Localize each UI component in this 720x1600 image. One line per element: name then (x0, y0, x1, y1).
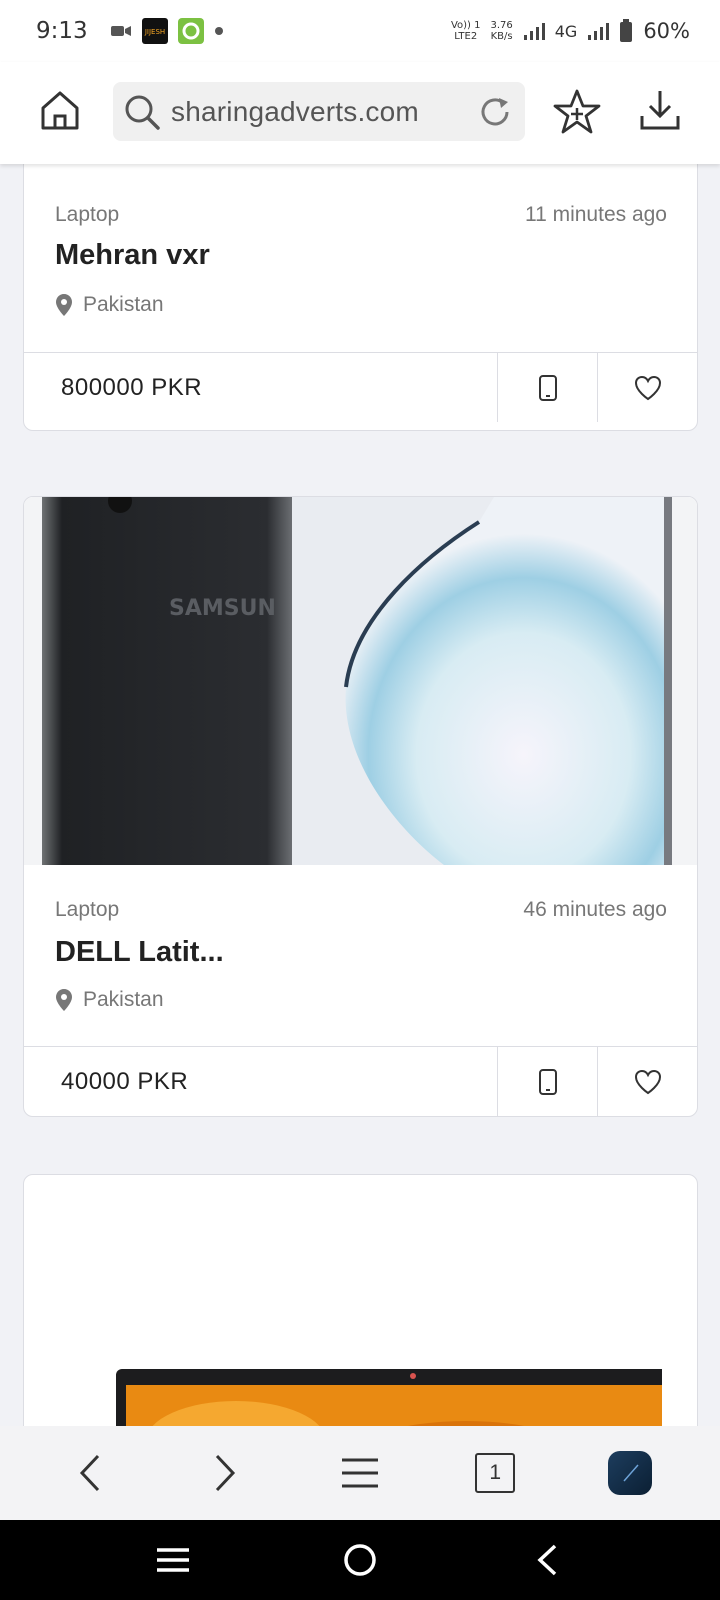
heart-icon (634, 375, 661, 400)
location-pin-icon (56, 989, 72, 1011)
home-circle-icon (344, 1544, 376, 1576)
signal-2-icon (588, 23, 610, 40)
back-button[interactable] (60, 1443, 120, 1503)
location-text: Pakistan (83, 988, 164, 1011)
listing-photo[interactable] (46, 1201, 676, 1426)
listing-price-bar: 40000 PKR (24, 1046, 697, 1116)
notification-icons: JIJESH (110, 18, 224, 44)
speed-value: 3.76 (490, 20, 513, 31)
forward-icon (215, 1454, 235, 1492)
volte-top-text: Vo)) 1 (450, 20, 481, 31)
location-pin-icon (56, 294, 72, 316)
system-back-icon (537, 1544, 556, 1576)
listing-title[interactable]: Mehran vxr (55, 239, 210, 272)
forward-button[interactable] (195, 1443, 255, 1503)
listing-card[interactable]: Laptop 11 minutes ago Mehran vxr Pakista… (23, 164, 698, 431)
laptop-image (46, 1201, 676, 1426)
listing-price-bar: 800000 PKR (24, 352, 697, 422)
battery-percent: 60% (643, 19, 690, 43)
system-navigation-bar (0, 1520, 720, 1600)
call-button[interactable] (497, 1047, 597, 1116)
app-notification-icon: JIJESH (141, 18, 168, 44)
url-text: sharingadverts.com (171, 95, 419, 127)
listing-category: Laptop (55, 898, 120, 921)
battery-icon (620, 19, 633, 42)
listing-photo[interactable]: SAMSUN (24, 497, 697, 865)
system-home-button[interactable] (330, 1530, 390, 1590)
data-speed: 3.76 KB/s (490, 20, 512, 42)
samsung-logo-text: SAMSUN (169, 596, 276, 621)
favorite-button[interactable] (597, 353, 697, 422)
network-type: 4G (554, 21, 578, 41)
signal-icon (523, 23, 545, 40)
browser-toolbar: sharingadverts.com (0, 62, 720, 164)
favorite-button[interactable] (597, 1047, 697, 1116)
profile-stroke-icon (623, 1464, 639, 1482)
download-icon[interactable] (638, 88, 682, 132)
listing-price: 800000 PKR (61, 373, 203, 401)
back-icon (79, 1454, 99, 1492)
reload-icon[interactable] (477, 94, 513, 130)
svg-text:JIJESH: JIJESH (143, 28, 164, 36)
browser-bottom-nav: 1 (0, 1426, 720, 1520)
video-call-icon (110, 26, 131, 36)
more-notifications-dot-icon (214, 27, 223, 35)
recents-icon (157, 1548, 190, 1572)
heart-icon (634, 1069, 661, 1094)
menu-icon (341, 1458, 378, 1488)
speed-unit: KB/s (490, 31, 513, 42)
tabs-button[interactable]: 1 (465, 1443, 525, 1503)
listing-location: Pakistan (55, 988, 164, 1012)
address-bar[interactable]: sharingadverts.com (113, 82, 525, 141)
listing-card[interactable]: SAMSUN Laptop 46 minutes ago DELL Latit.… (23, 496, 698, 1117)
listing-location: Pakistan (55, 293, 164, 317)
listing-category: Laptop (55, 203, 120, 226)
status-right: Vo)) 1 LTE2 3.76 KB/s 4G 60% (451, 19, 690, 43)
phone-icon (538, 374, 557, 401)
search-icon (125, 95, 160, 130)
system-back-button[interactable] (517, 1530, 577, 1590)
home-icon[interactable] (38, 88, 82, 132)
green-app-icon (177, 18, 204, 44)
listing-card[interactable] (23, 1174, 698, 1426)
profile-button[interactable] (600, 1443, 660, 1503)
call-button[interactable] (497, 353, 597, 422)
listing-title[interactable]: DELL Latit... (55, 936, 224, 969)
volte-indicator: Vo)) 1 LTE2 (451, 20, 481, 42)
add-bookmark-star-icon[interactable] (552, 88, 602, 136)
recents-button[interactable] (143, 1530, 203, 1590)
status-bar: 9:13 JIJESH Vo)) 1 LTE2 3.76 KB/s 4G 60% (0, 0, 720, 62)
phone-icon (538, 1068, 557, 1095)
volte-bottom-text: LTE2 (454, 31, 478, 42)
tabs-icon: 1 (475, 1453, 516, 1493)
location-text: Pakistan (83, 293, 164, 316)
profile-icon (608, 1451, 653, 1495)
status-time: 9:13 (36, 18, 88, 44)
menu-button[interactable] (330, 1443, 390, 1503)
listing-time: 11 minutes ago (524, 203, 667, 226)
listing-price: 40000 PKR (61, 1067, 189, 1095)
listing-time: 46 minutes ago (523, 898, 667, 921)
listing-feed[interactable]: Laptop 11 minutes ago Mehran vxr Pakista… (0, 164, 720, 1426)
samsung-phone-image: SAMSUN (24, 497, 697, 865)
